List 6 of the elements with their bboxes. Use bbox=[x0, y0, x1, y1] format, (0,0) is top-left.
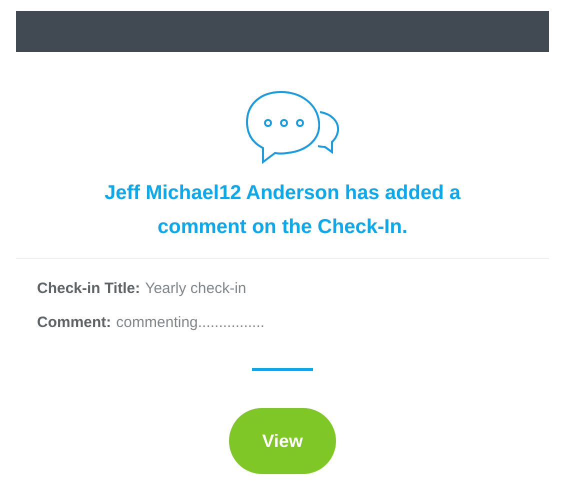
field-value: Yearly check-in bbox=[145, 279, 246, 299]
view-button[interactable]: View bbox=[229, 408, 336, 474]
field-value: commenting................ bbox=[116, 313, 265, 333]
field-label: Check-in Title: bbox=[37, 279, 140, 299]
field-label: Comment: bbox=[37, 313, 112, 333]
notification-headline: Jeff Michael12 Anderson has added a comment on the Check-In. bbox=[103, 181, 462, 240]
